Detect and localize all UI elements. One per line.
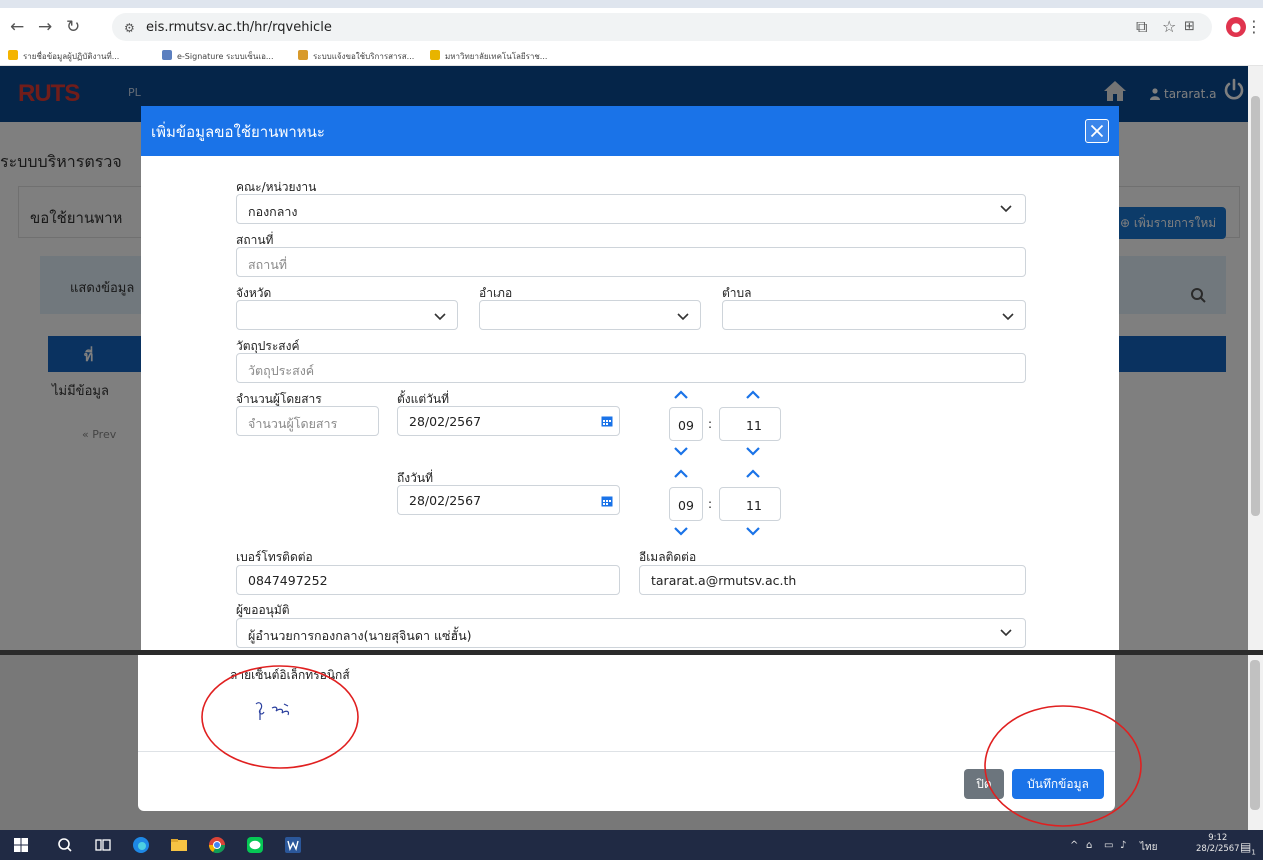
network-icon[interactable]: ⌂ <box>1086 840 1092 851</box>
monitor-icon[interactable]: ▭ <box>1104 840 1113 851</box>
modal-footer-divider <box>138 751 1115 752</box>
minute-up-arrow-icon[interactable] <box>746 390 760 400</box>
department-select[interactable] <box>236 194 1026 224</box>
hour-down-arrow-icon[interactable] <box>674 446 688 456</box>
notification-count: 1 <box>1251 848 1256 857</box>
notification-icon[interactable]: ▤1 <box>1240 840 1256 856</box>
save-button[interactable]: บันทึกข้อมูล <box>1012 769 1104 799</box>
phone-value: 0847497252 <box>248 573 328 588</box>
browser-toolbar: ← → ↻ ⚙ eis.rmutsv.ac.th/hr/rqvehicle ⧉ … <box>0 8 1263 46</box>
signature-label: ลายเซ็นต์อิเล็กทรอนิกส์ <box>230 668 350 682</box>
chrome-icon[interactable] <box>208 836 226 854</box>
subdistrict-select[interactable] <box>722 300 1026 330</box>
from-hour-value: 09 <box>678 418 694 433</box>
province-select[interactable] <box>236 300 458 330</box>
esign-icon <box>162 50 172 60</box>
bookmarks-bar: รายชื่อข้อมูลผู้ปฏิบัติงานที่... e-Signa… <box>0 46 1263 66</box>
bookmark-item[interactable]: e-Signature ระบบเซ็นเอ... <box>162 50 274 63</box>
chevron-down-icon <box>1000 205 1012 213</box>
taskbar-clock[interactable]: 9:12 28/2/2567 <box>1196 833 1240 855</box>
email-value: tararat.a@rmutsv.ac.th <box>651 573 797 588</box>
minute-down-arrow-icon[interactable] <box>746 446 760 456</box>
bookmark-item[interactable]: มหาวิทยาลัยเทคโนโลยีราช... <box>430 50 547 63</box>
to-minute-value: 11 <box>746 498 762 513</box>
language-indicator[interactable]: ไทย <box>1140 840 1157 855</box>
drive-icon <box>8 50 18 60</box>
page-scrollbar-thumb[interactable] <box>1251 96 1260 516</box>
chevron-down-icon <box>1000 629 1012 637</box>
calendar-icon[interactable] <box>601 415 613 427</box>
bookmark-item[interactable]: ระบบแจ้งขอใช้บริการสารส... <box>298 50 414 63</box>
clock-date: 28/2/2567 <box>1196 844 1240 854</box>
hour-up-arrow-icon[interactable] <box>674 469 688 479</box>
time-separator: : <box>708 497 713 511</box>
modal-title: เพิ่มข้อมูลขอใช้ยานพาหนะ <box>151 123 325 141</box>
hour-down-arrow-icon[interactable] <box>674 526 688 536</box>
purpose-placeholder: วัตถุประสงค์ <box>248 363 315 378</box>
minute-up-arrow-icon[interactable] <box>746 469 760 479</box>
tab-strip <box>0 0 1263 8</box>
hour-up-arrow-icon[interactable] <box>674 390 688 400</box>
purpose-input[interactable] <box>236 353 1026 383</box>
modal-header: เพิ่มข้อมูลขอใช้ยานพาหนะ <box>141 106 1119 156</box>
search-icon[interactable] <box>56 836 74 854</box>
url-text[interactable]: eis.rmutsv.ac.th/hr/rqvehicle <box>146 20 332 35</box>
minute-down-arrow-icon[interactable] <box>746 526 760 536</box>
from-date-value: 28/02/2567 <box>409 414 482 429</box>
bookmark-item[interactable]: รายชื่อข้อมูลผู้ปฏิบัติงานที่... <box>8 50 119 63</box>
place-input[interactable] <box>236 247 1026 277</box>
forward-icon[interactable]: → <box>38 18 52 36</box>
profile-avatar[interactable]: ● <box>1226 17 1246 37</box>
from-minute-value: 11 <box>746 418 762 433</box>
vehicle-request-modal: เพิ่มข้อมูลขอใช้ยานพาหนะ คณะ/หน่วยงาน กอ… <box>141 106 1119 650</box>
volume-icon[interactable]: ♪ <box>1120 840 1126 851</box>
reload-icon[interactable]: ↻ <box>66 18 80 36</box>
bell-icon <box>298 50 308 60</box>
to-hour-value: 09 <box>678 498 694 513</box>
chevron-down-icon <box>434 313 446 321</box>
menu-icon[interactable]: ⋮ <box>1246 19 1262 35</box>
close-icon[interactable] <box>1085 119 1109 143</box>
close-button[interactable]: ปิด <box>964 769 1004 799</box>
signature-image <box>255 702 290 720</box>
department-value: กองกลาง <box>248 204 298 219</box>
file-explorer-icon[interactable] <box>170 836 188 854</box>
chevron-down-icon <box>1002 313 1014 321</box>
cast-icon[interactable]: ⧉ <box>1136 19 1147 35</box>
place-placeholder: สถานที่ <box>248 257 288 272</box>
extensions-icon[interactable]: ⊞ <box>1184 19 1195 35</box>
star-icon <box>430 50 440 60</box>
back-icon[interactable]: ← <box>10 18 24 36</box>
bookmark-star-icon[interactable]: ☆ <box>1162 19 1176 35</box>
time-separator: : <box>708 417 713 431</box>
approver-value: ผู้อำนวยการกองกลาง(นายสุจินดา แซ่ฮั้น) <box>248 628 472 643</box>
modal-scrollbar-thumb[interactable] <box>1250 660 1260 810</box>
calendar-icon[interactable] <box>601 495 613 507</box>
word-icon[interactable] <box>284 836 302 854</box>
tray-chevron-icon[interactable]: ^ <box>1070 840 1078 851</box>
edge-icon[interactable] <box>132 836 150 854</box>
site-info-icon[interactable]: ⚙ <box>124 21 135 35</box>
passengers-placeholder: จำนวนผู้โดยสาร <box>248 416 338 431</box>
district-select[interactable] <box>479 300 701 330</box>
windows-icon[interactable] <box>12 836 30 854</box>
task-view-icon[interactable] <box>94 836 112 854</box>
chevron-down-icon <box>677 313 689 321</box>
clock-time: 9:12 <box>1208 833 1228 843</box>
line-icon[interactable] <box>246 836 264 854</box>
to-date-value: 28/02/2567 <box>409 493 482 508</box>
